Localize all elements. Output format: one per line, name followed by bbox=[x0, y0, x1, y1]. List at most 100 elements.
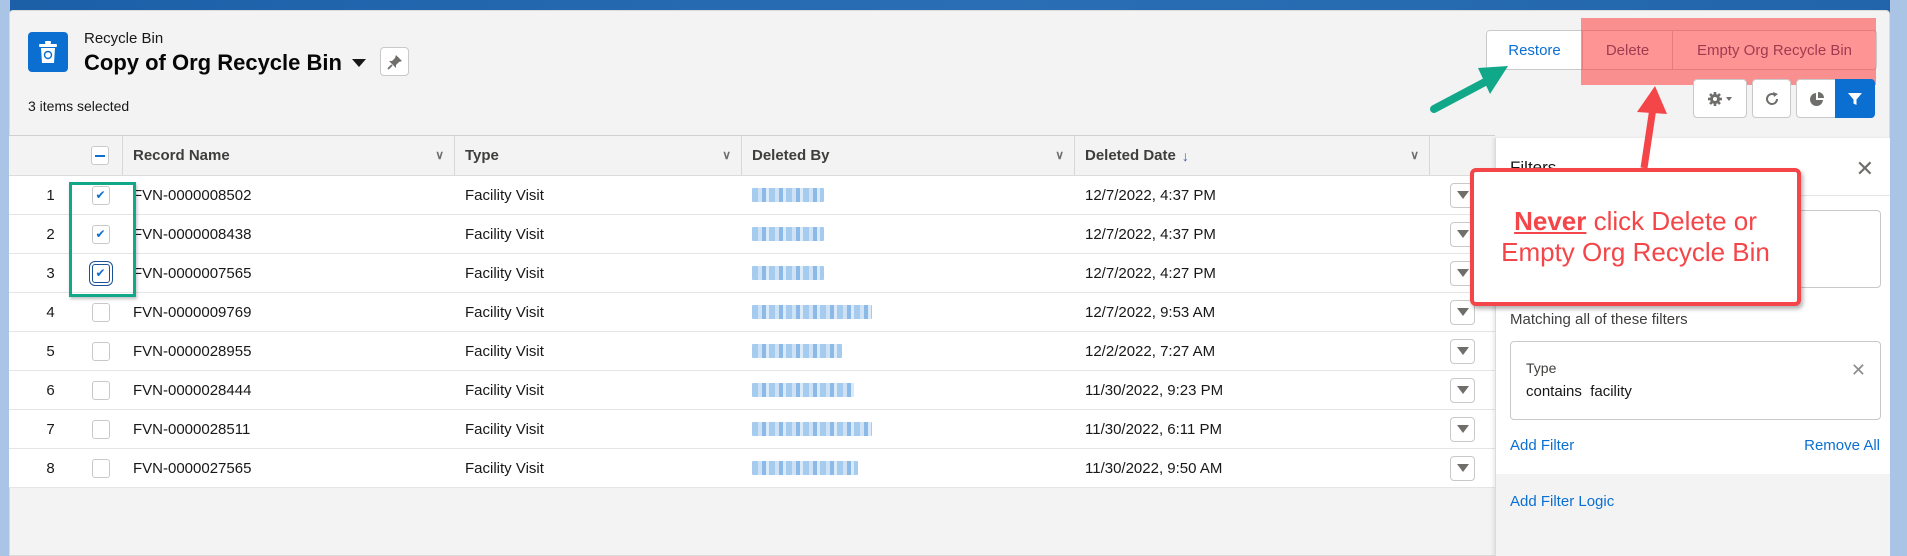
row-select-cell: ✔ bbox=[78, 215, 123, 253]
deleted-by-cell bbox=[742, 254, 1075, 292]
table-row[interactable]: 8 FVN-0000027565 Facility Visit 11/30/2022,… bbox=[9, 449, 1495, 488]
deleted-by-cell bbox=[742, 176, 1075, 214]
remove-filter-icon[interactable]: ✕ bbox=[1851, 360, 1866, 381]
record-name[interactable]: FVN-0000028955 bbox=[123, 332, 455, 370]
deleted-by-cell bbox=[742, 215, 1075, 253]
row-checkbox[interactable] bbox=[91, 341, 110, 361]
deleted-by-link-redacted[interactable] bbox=[752, 461, 858, 475]
row-actions-button[interactable] bbox=[1450, 416, 1475, 442]
deleted-date: 12/7/2022, 4:37 PM bbox=[1085, 225, 1216, 243]
charts-button[interactable] bbox=[1796, 79, 1837, 118]
deleted-date: 12/7/2022, 9:53 AM bbox=[1085, 303, 1216, 321]
row-select-cell bbox=[78, 410, 123, 448]
filter-item-type[interactable]: Type contains facility ✕ bbox=[1510, 341, 1881, 420]
chevron-down-icon bbox=[1456, 464, 1469, 472]
filter-button[interactable] bbox=[1835, 79, 1875, 118]
row-checkbox[interactable] bbox=[91, 380, 110, 400]
column-menu-chevron-icon[interactable]: ∨ bbox=[722, 148, 731, 162]
table-row[interactable]: 5 FVN-0000028955 Facility Visit 12/2/2022, … bbox=[9, 332, 1495, 371]
list-view-title[interactable]: Copy of Org Recycle Bin bbox=[84, 50, 366, 76]
row-checkbox[interactable] bbox=[91, 419, 110, 439]
record-type: Facility Visit bbox=[465, 303, 544, 321]
select-all-checkbox[interactable] bbox=[91, 146, 109, 165]
table-row[interactable]: 7 FVN-0000028511 Facility Visit 11/30/2022,… bbox=[9, 410, 1495, 449]
remove-all-link[interactable]: Remove All bbox=[1804, 437, 1880, 454]
empty-org-recycle-bin-button[interactable]: Empty Org Recycle Bin bbox=[1673, 31, 1876, 69]
add-filter-logic-link[interactable]: Add Filter Logic bbox=[1510, 493, 1614, 510]
deleted-date: 12/7/2022, 4:27 PM bbox=[1085, 264, 1216, 282]
column-header-deleted-date[interactable]: Deleted Date ↓ ∨ bbox=[1075, 136, 1430, 175]
row-checkbox[interactable] bbox=[91, 458, 110, 478]
row-checkbox[interactable]: ✔ bbox=[91, 224, 110, 244]
column-header-deleted-by[interactable]: Deleted By ∨ bbox=[742, 136, 1075, 175]
column-header-type[interactable]: Type ∨ bbox=[455, 136, 742, 175]
row-number-header bbox=[9, 136, 78, 175]
gear-icon bbox=[1708, 91, 1732, 106]
row-actions-cell bbox=[1430, 371, 1495, 409]
list-view-switcher-caret-icon[interactable] bbox=[351, 59, 366, 67]
record-type: Facility Visit bbox=[465, 459, 544, 477]
table-row[interactable]: 2 ✔ FVN-0000008438 Facility Visit 12/7/2022,… bbox=[9, 215, 1495, 254]
table-header: Record Name ∨ Type ∨ Deleted By ∨ Delete… bbox=[9, 135, 1495, 176]
record-name[interactable]: FVN-0000007565 bbox=[123, 254, 455, 292]
record-name[interactable]: FVN-0000008438 bbox=[123, 215, 455, 253]
checkmark-icon: ✔ bbox=[95, 227, 106, 241]
refresh-icon bbox=[1765, 91, 1778, 105]
filter-field: Type bbox=[1526, 360, 1557, 376]
restore-button[interactable]: Restore bbox=[1487, 31, 1583, 69]
row-number: 1 bbox=[46, 186, 55, 204]
row-actions-button[interactable] bbox=[1450, 377, 1475, 403]
table-body: 1 ✔ FVN-0000008502 Facility Visit 12/7/2022,… bbox=[9, 176, 1495, 488]
row-checkbox[interactable]: ✔ bbox=[91, 263, 110, 283]
row-number: 2 bbox=[46, 225, 55, 243]
deleted-by-link-redacted[interactable] bbox=[752, 188, 824, 202]
records-table: Record Name ∨ Type ∨ Deleted By ∨ Delete… bbox=[9, 135, 1495, 488]
warning-emphasis: Never bbox=[1514, 205, 1587, 236]
list-view-title-text: Copy of Org Recycle Bin bbox=[84, 50, 342, 75]
chevron-down-icon bbox=[1456, 308, 1469, 316]
row-select-cell bbox=[78, 371, 123, 409]
deleted-date: 11/30/2022, 9:23 PM bbox=[1085, 381, 1224, 399]
pin-list-view-button[interactable] bbox=[380, 47, 409, 76]
record-name[interactable]: FVN-0000028511 bbox=[123, 410, 455, 448]
record-type: Facility Visit bbox=[465, 186, 544, 204]
row-number: 6 bbox=[46, 381, 55, 399]
column-menu-chevron-icon[interactable]: ∨ bbox=[1410, 148, 1419, 162]
row-select-cell: ✔ bbox=[78, 254, 123, 292]
row-number: 7 bbox=[46, 420, 55, 438]
record-type: Facility Visit bbox=[465, 420, 544, 438]
deleted-by-cell bbox=[742, 410, 1075, 448]
table-row[interactable]: 4 FVN-0000009769 Facility Visit 12/7/2022, … bbox=[9, 293, 1495, 332]
column-header-record-name[interactable]: Record Name ∨ bbox=[123, 136, 455, 175]
deleted-by-link-redacted[interactable] bbox=[752, 383, 854, 397]
list-view-controls-button[interactable] bbox=[1693, 79, 1747, 118]
record-type: Facility Visit bbox=[465, 225, 544, 243]
column-menu-chevron-icon[interactable]: ∨ bbox=[435, 148, 444, 162]
row-number: 4 bbox=[46, 303, 55, 321]
close-filters-icon[interactable]: ✕ bbox=[1856, 156, 1874, 182]
deleted-by-link-redacted[interactable] bbox=[752, 344, 842, 358]
deleted-by-link-redacted[interactable] bbox=[752, 266, 824, 280]
table-row[interactable]: 6 FVN-0000028444 Facility Visit 11/30/2022,… bbox=[9, 371, 1495, 410]
row-checkbox[interactable] bbox=[91, 302, 110, 322]
row-checkbox[interactable]: ✔ bbox=[91, 185, 110, 205]
record-name[interactable]: FVN-0000009769 bbox=[123, 293, 455, 331]
row-actions-button[interactable] bbox=[1450, 455, 1475, 481]
deleted-by-link-redacted[interactable] bbox=[752, 305, 872, 319]
record-name[interactable]: FVN-0000028444 bbox=[123, 371, 455, 409]
row-actions-button[interactable] bbox=[1450, 338, 1475, 364]
delete-button[interactable]: Delete bbox=[1583, 31, 1673, 69]
warning-callout: Never click Delete or Empty Org Recycle … bbox=[1470, 168, 1801, 306]
table-row[interactable]: 3 ✔ FVN-0000007565 Facility Visit 12/7/2022,… bbox=[9, 254, 1495, 293]
deleted-by-link-redacted[interactable] bbox=[752, 227, 824, 241]
table-row[interactable]: 1 ✔ FVN-0000008502 Facility Visit 12/7/2022,… bbox=[9, 176, 1495, 215]
deleted-by-cell bbox=[742, 449, 1075, 487]
chevron-down-icon bbox=[1456, 386, 1469, 394]
deleted-by-link-redacted[interactable] bbox=[752, 422, 872, 436]
record-name[interactable]: FVN-0000008502 bbox=[123, 176, 455, 214]
deleted-by-cell bbox=[742, 293, 1075, 331]
record-name[interactable]: FVN-0000027565 bbox=[123, 449, 455, 487]
refresh-button[interactable] bbox=[1752, 79, 1791, 118]
column-menu-chevron-icon[interactable]: ∨ bbox=[1055, 148, 1064, 162]
add-filter-link[interactable]: Add Filter bbox=[1510, 437, 1574, 454]
